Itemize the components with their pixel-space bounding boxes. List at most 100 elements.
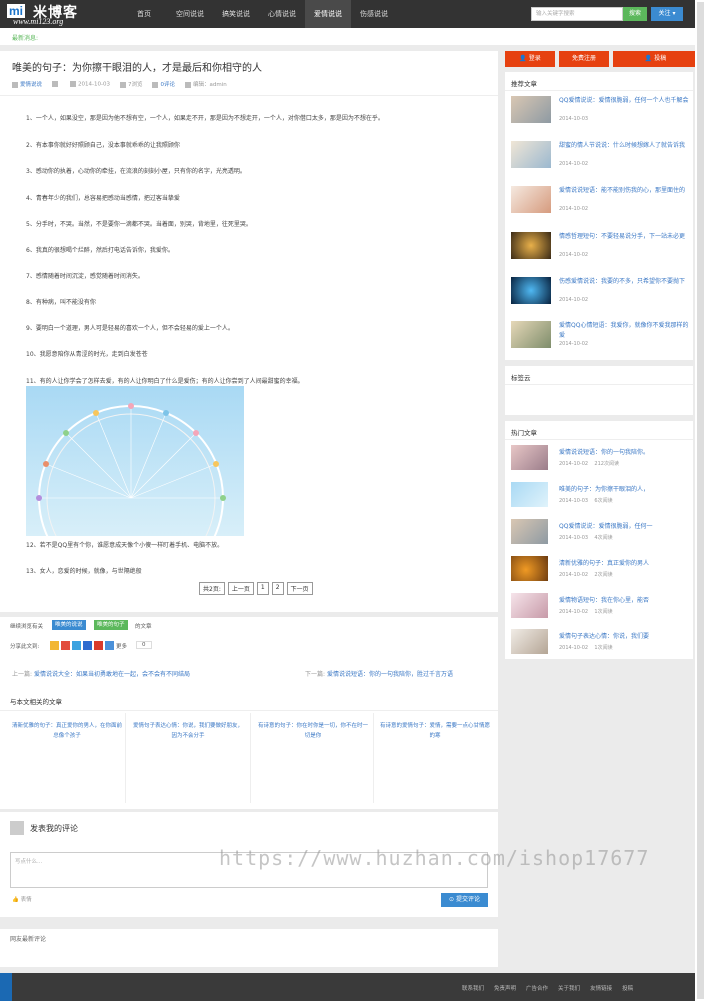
- next-link[interactable]: 爱情说说短语：你的一句我陪你，胜过千言万语: [327, 671, 453, 678]
- tencent-icon[interactable]: [72, 641, 81, 650]
- recommend-item-title[interactable]: QQ爱情说说：爱情很脆弱，任何一个人也千解会: [559, 96, 689, 106]
- next-article[interactable]: 下一篇: 爱情说说短语：你的一句我陪你，胜过千言万语: [305, 669, 453, 678]
- search-input[interactable]: 输入关键字搜索: [531, 7, 623, 21]
- prev-link[interactable]: 爱情说说大全：如果当初勇敢地在一起，会不会有不同结局: [34, 671, 190, 678]
- nav-mood[interactable]: 心情说说: [259, 0, 305, 28]
- pager-page-2[interactable]: 2: [271, 582, 284, 595]
- footer-link[interactable]: 免责声明: [494, 984, 516, 992]
- pagination: 共2页: 上一页 1 2 下一页: [199, 582, 313, 595]
- related-item[interactable]: 爱情句子表达心情：你说，我们要做好朋友，因为不会分手: [133, 721, 243, 741]
- recommend-item-title[interactable]: 甜蜜的情人节说说：什么时候想嫁人了就告诉我: [559, 141, 689, 151]
- scrollbar-thumb[interactable]: [697, 2, 704, 999]
- submit-comment-button[interactable]: ⊙ 提交评论: [441, 893, 488, 907]
- thumbnail: [511, 556, 548, 581]
- related-item[interactable]: 清新优雅的句子：真正爱你的男人，在你面前总像个孩子: [12, 721, 122, 741]
- hot-item-views: 1次阅读: [594, 609, 613, 615]
- related-item[interactable]: 有诗意的句子：你在时你是一切，你不在时一切是你: [258, 721, 368, 741]
- hot-item[interactable]: 爱情说说短语：你的一句我陪你。 2014-10-02 212次阅读: [511, 445, 691, 473]
- share-more[interactable]: 更多: [116, 642, 127, 650]
- nav-home[interactable]: 首页: [121, 0, 167, 28]
- recommend-item-title[interactable]: 情感哲理短句：不要轻易说分手，下一站未必更: [559, 232, 689, 242]
- article-category[interactable]: 爱情说说: [20, 82, 42, 88]
- recommend-item-title[interactable]: 伤感爱情说说：我要的不多，只希望你不要抛下: [559, 277, 689, 287]
- hot-item[interactable]: 清新优雅的句子：真正爱你的男人 2014-10-02 2次阅读: [511, 556, 691, 584]
- article-comments[interactable]: 0评论: [160, 82, 175, 88]
- recommend-item-date: 2014-10-02: [559, 341, 589, 347]
- next-label: 下一篇:: [305, 671, 326, 678]
- hot-item[interactable]: 爱情句子表达心情：你说，我们要 2014-10-02 1次阅读: [511, 629, 691, 657]
- hot-item-date: 2014-10-02: [559, 609, 589, 615]
- contribute-button[interactable]: 👤 投稿: [613, 51, 698, 67]
- footer: 联系我们 免责声明 广告合作 关于我们 友情链接 投稿: [0, 973, 695, 1001]
- hot-item-title[interactable]: 清新优雅的句子：真正爱你的男人: [559, 558, 649, 567]
- weibo-icon[interactable]: [61, 641, 70, 650]
- recommend-card: 推荐文章 QQ爱情说说：爱情很脆弱，任何一个人也千解会 2014-10-03 甜…: [505, 72, 693, 360]
- renren-icon[interactable]: [83, 641, 92, 650]
- pager-prev[interactable]: 上一页: [227, 582, 254, 595]
- tag-link[interactable]: 唯美的说说: [52, 620, 86, 630]
- hot-item[interactable]: QQ爱情说说：爱情很脆弱，任何一 2014-10-03 4次阅读: [511, 519, 691, 547]
- hot-item-meta: 2014-10-02 1次阅读: [559, 644, 613, 651]
- hot-item-title[interactable]: 唯美的句子：为你擦干眼泪的人，: [559, 484, 649, 493]
- recommend-item[interactable]: 爱情说说短语：能不能别伤我的心，那里面住的 2014-10-02: [511, 186, 691, 214]
- footer-link[interactable]: 友情链接: [590, 984, 612, 992]
- tag-cloud-card: 标签云: [505, 366, 693, 415]
- footer-link[interactable]: 广告合作: [526, 984, 548, 992]
- scrollbar[interactable]: [695, 0, 706, 1001]
- thumbnail: [511, 629, 548, 654]
- more-share-icon[interactable]: [105, 641, 114, 650]
- search-button[interactable]: 搜索: [623, 7, 647, 21]
- recommend-item-title[interactable]: 爱情QQ心情短语：我爱你，就像你不爱我那样的爱: [559, 321, 689, 341]
- footer-link[interactable]: 关于我们: [558, 984, 580, 992]
- thumbnail: [511, 232, 551, 259]
- tags-suffix: 的文章: [135, 624, 152, 630]
- recommend-item-date: 2014-10-03: [559, 116, 589, 122]
- clock-icon: [70, 80, 77, 87]
- recommend-item[interactable]: 情感哲理短句：不要轻易说分手，下一站未必更 2014-10-02: [511, 232, 691, 260]
- nav-love[interactable]: 爱情说说: [305, 0, 351, 28]
- pager-next[interactable]: 下一页: [286, 582, 313, 595]
- douban-icon[interactable]: [94, 641, 103, 650]
- emoji-button[interactable]: 👍 表情: [12, 895, 32, 903]
- related-item[interactable]: 有诗意的爱情句子：爱情，需要一点心甘情愿的寒: [380, 721, 490, 741]
- hot-item-title[interactable]: 爱情物语短句：我在你心里，能否: [559, 595, 649, 604]
- related-articles-card: 与本文相关的文章 清新优雅的句子：真正爱你的男人，在你面前总像个孩子 爱情句子表…: [0, 688, 498, 809]
- recommend-item-title[interactable]: 爱情说说短语：能不能别伤我的心，那里面住的: [559, 186, 689, 196]
- hot-item-meta: 2014-10-02 212次阅读: [559, 460, 619, 467]
- paragraph: 11、有的人让你学会了怎样去爱，有的人让你明白了什么是爱伤；有的人让你尝到了人间…: [26, 378, 304, 385]
- recommend-item-date: 2014-10-02: [559, 252, 589, 258]
- recommend-item[interactable]: 爱情QQ心情短语：我爱你，就像你不爱我那样的爱 2014-10-02: [511, 321, 691, 349]
- nav-sad[interactable]: 伤感说说: [351, 0, 397, 28]
- main-nav: 首页 空间说说 搞笑说说 心情说说 爱情说说 伤感说说: [121, 0, 397, 28]
- divider: [250, 713, 251, 803]
- latest-comments-card: 网友最新评论: [0, 929, 498, 967]
- article-views: 7浏览: [127, 82, 143, 88]
- paragraph: 8、有种病，叫不能没有你: [26, 299, 96, 306]
- nav-funny[interactable]: 搞笑说说: [213, 0, 259, 28]
- qzone-icon[interactable]: [50, 641, 59, 650]
- hot-item-title[interactable]: 爱情句子表达心情：你说，我们要: [559, 631, 649, 640]
- logo-url: www.mi123.org: [13, 17, 64, 26]
- thumbnail: [511, 96, 551, 123]
- recommend-item[interactable]: QQ爱情说说：爱情很脆弱，任何一个人也千解会 2014-10-03: [511, 96, 691, 124]
- hot-item[interactable]: 爱情物语短句：我在你心里，能否 2014-10-02 1次阅读: [511, 593, 691, 621]
- comment-header: 发表我的评论: [10, 821, 78, 835]
- prev-article[interactable]: 上一篇: 爱情说说大全：如果当初勇敢地在一起，会不会有不同结局: [12, 669, 190, 678]
- follow-button[interactable]: 关注 ▾: [651, 7, 683, 21]
- recommend-item[interactable]: 伤感爱情说说：我要的不多，只希望你不要抛下 2014-10-02: [511, 277, 691, 305]
- register-button[interactable]: 免费注册: [559, 51, 609, 67]
- submit-label: 提交评论: [455, 896, 480, 903]
- hot-item[interactable]: 唯美的句子：为你擦干眼泪的人， 2014-10-03 6次阅读: [511, 482, 691, 510]
- share-count: 0: [136, 641, 152, 649]
- tag-link[interactable]: 唯美的句子: [94, 620, 128, 630]
- paragraph: 10、我愿意陪你从青涩的时光，走到白发苍苍: [26, 351, 148, 358]
- login-button[interactable]: 👤 登录: [505, 51, 555, 67]
- footer-link[interactable]: 联系我们: [462, 984, 484, 992]
- recommend-item[interactable]: 甜蜜的情人节说说：什么时候想嫁人了就告诉我 2014-10-02: [511, 141, 691, 169]
- hot-item-title[interactable]: QQ爱情说说：爱情很脆弱，任何一: [559, 521, 652, 530]
- nav-qzone[interactable]: 空间说说: [167, 0, 213, 28]
- footer-link[interactable]: 投稿: [622, 984, 633, 992]
- pager-page-1[interactable]: 1: [256, 582, 269, 595]
- hot-item-title[interactable]: 爱情说说短语：你的一句我陪你。: [559, 447, 649, 456]
- site-logo[interactable]: mi 米博客 www.mi123.org: [7, 2, 107, 26]
